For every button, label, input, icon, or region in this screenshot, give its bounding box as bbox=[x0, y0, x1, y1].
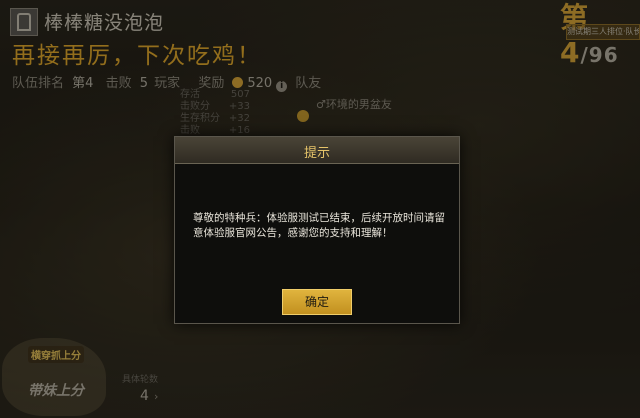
dialog-title: 提示 bbox=[303, 146, 330, 161]
dialog-message: 尊敬的特种兵：体验服测试已结束，后续开放时间请留意体验服官网公告，感谢您的支持和… bbox=[193, 212, 445, 239]
confirm-button[interactable]: 确定 bbox=[282, 289, 352, 315]
notice-dialog: 提示 尊敬的特种兵：体验服测试已结束，后续开放时间请留意体验服官网公告，感谢您的… bbox=[174, 136, 460, 324]
